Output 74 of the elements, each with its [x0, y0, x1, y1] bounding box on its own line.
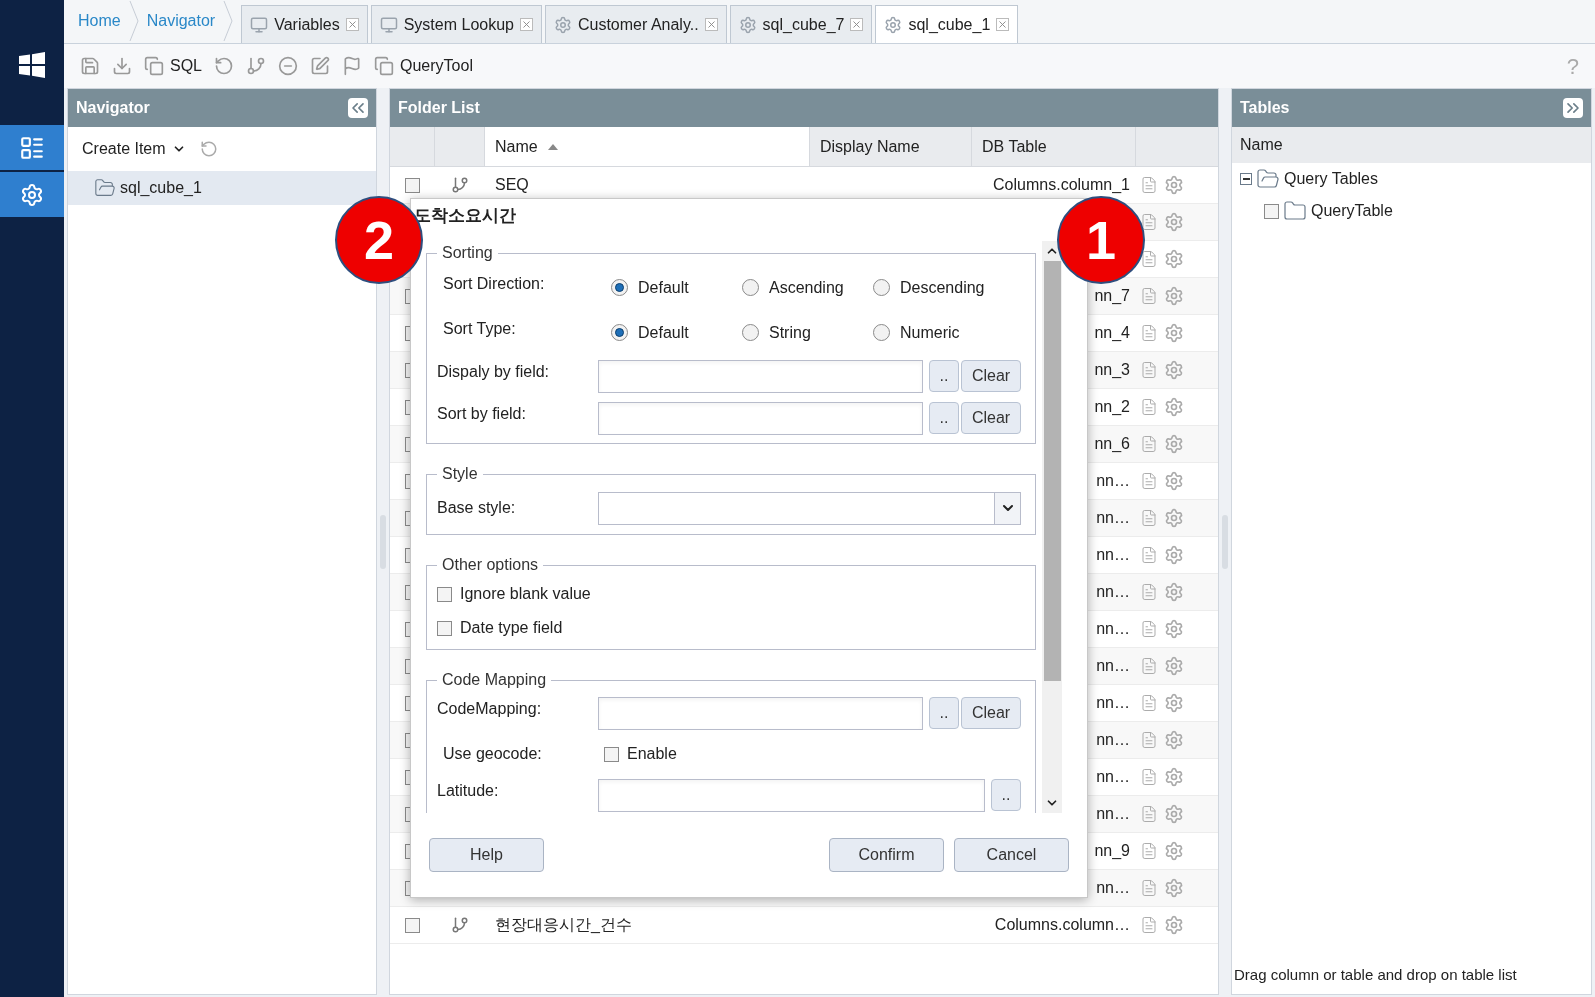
breadcrumb-link[interactable]: Navigator: [138, 9, 224, 33]
table-cell: nn…: [1096, 694, 1130, 711]
section-legend: Style: [437, 462, 483, 486]
field-label: Use geocode:: [443, 744, 543, 764]
table-cell: nn…: [1096, 472, 1130, 489]
panel-title: Folder List: [398, 98, 480, 118]
tab[interactable]: System Lookup: [370, 5, 542, 43]
dialog-small-button[interactable]: Clear: [961, 360, 1021, 392]
panel-title: Tables: [1240, 98, 1290, 118]
table-cell: nn…: [1096, 805, 1130, 822]
tab[interactable]: sql_cube_1: [875, 5, 1019, 43]
table-cell: Columns.column_1: [993, 176, 1130, 193]
query-tool-button[interactable]: QueryTool: [374, 54, 473, 78]
radio-label: Default: [638, 277, 689, 298]
section-legend: Other options: [437, 553, 544, 577]
section-legend: Sorting: [437, 241, 498, 265]
tab[interactable]: Variables: [241, 5, 368, 43]
field-label: Latitude:: [437, 781, 500, 801]
checkbox-label: Date type field: [460, 618, 563, 638]
field-label: Sort Type:: [443, 318, 517, 339]
checkbox-label: Ignore blank value: [460, 584, 591, 604]
column-header[interactable]: Display Name: [810, 127, 972, 166]
column-header[interactable]: Name: [485, 127, 810, 166]
field-label: CodeMapping:: [437, 699, 543, 719]
table-cell: nn_9: [1094, 842, 1130, 859]
dialog-small-button[interactable]: Clear: [961, 402, 1021, 434]
radio-label: Default: [638, 322, 689, 343]
table-cell: nn…: [1096, 879, 1130, 896]
radio-label: Numeric: [900, 322, 960, 343]
table-cell: nn_6: [1094, 435, 1130, 452]
tab[interactable]: Customer Analy..: [544, 5, 727, 43]
dialog-small-button[interactable]: ..: [929, 402, 959, 434]
section-legend: Code Mapping: [437, 668, 552, 692]
table-cell: Columns.column…: [994, 916, 1130, 933]
column-header[interactable]: DB Table: [972, 127, 1136, 166]
table-cell: nn…: [1096, 583, 1130, 600]
tree-item[interactable]: QueryTable: [1311, 199, 1393, 223]
radio-label: Descending: [900, 277, 985, 298]
table-cell: nn…: [1096, 768, 1130, 785]
tree-item[interactable]: Query Tables: [1284, 167, 1378, 191]
tree-item-label: sql_cube_1: [120, 178, 202, 198]
dialog-small-button[interactable]: ..: [929, 697, 959, 729]
tab[interactable]: sql_cube_7: [729, 5, 873, 43]
dialog-small-button[interactable]: Clear: [961, 697, 1021, 729]
radio-label: String: [769, 322, 811, 343]
breadcrumb-link[interactable]: Home: [70, 9, 129, 33]
table-cell: nn_2: [1094, 398, 1130, 415]
radio-label: Ascending: [769, 277, 844, 298]
dialog-button[interactable]: Help: [429, 838, 544, 872]
panel-title: Navigator: [76, 98, 150, 118]
table-cell: nn…: [1096, 731, 1130, 748]
field-label: Sort by field:: [437, 404, 527, 424]
table-cell: nn…: [1096, 657, 1130, 674]
create-item-button[interactable]: Create Item: [82, 137, 186, 161]
table-cell: nn…: [1096, 509, 1130, 526]
table-cell: nn_4: [1094, 324, 1130, 341]
field-label: Sort Direction:: [443, 273, 546, 294]
table-cell: nn_3: [1094, 361, 1130, 378]
column-header: Name: [1232, 127, 1591, 163]
hint-text: Drag column or table and drop on table list: [1233, 964, 1518, 985]
checkbox-label: Enable: [627, 744, 677, 764]
dialog-button[interactable]: Confirm: [829, 838, 944, 872]
table-cell: nn…: [1096, 620, 1130, 637]
table-cell: SEQ: [495, 176, 529, 193]
table-cell: 현장대응시간_건수: [495, 916, 632, 933]
dialog-small-button[interactable]: ..: [929, 360, 959, 392]
field-label: Base style:: [437, 498, 517, 518]
dialog-button[interactable]: Cancel: [954, 838, 1069, 872]
table-cell: nn…: [1096, 546, 1130, 563]
tree-item[interactable]: sql_cube_1: [68, 171, 376, 205]
field-label: Dispaly by field:: [437, 362, 551, 382]
dialog-small-button[interactable]: ..: [991, 779, 1021, 811]
sql-button[interactable]: SQL: [144, 54, 202, 78]
table-cell: nn_7: [1094, 287, 1130, 304]
